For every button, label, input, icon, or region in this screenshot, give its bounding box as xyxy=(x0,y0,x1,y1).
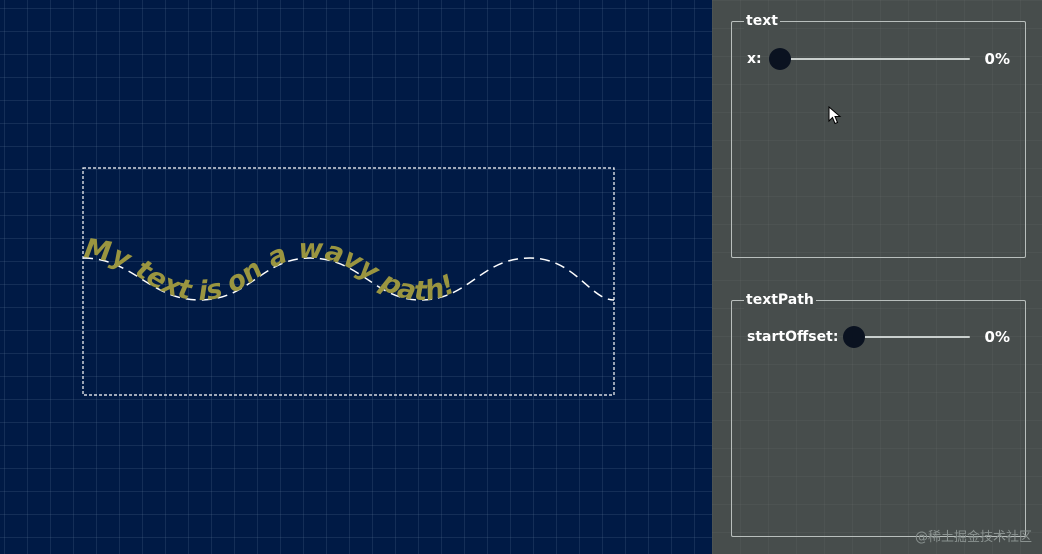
x-slider-knob[interactable] xyxy=(769,48,791,70)
path-text-content: My text is on a wavy path! xyxy=(82,233,460,307)
text-group-title: text xyxy=(744,12,780,30)
textpath-group: textPath startOffset: 0% xyxy=(731,291,1026,537)
svg-stage: My text is on a wavy path! xyxy=(0,0,712,554)
path-text: My text is on a wavy path! xyxy=(82,233,460,307)
x-label: x: xyxy=(747,51,762,67)
controls-panel: text x: 0% textPath startOffset: 0% xyxy=(712,0,1042,554)
watermark: @稀土掘金技术社区 xyxy=(914,530,1032,545)
startoffset-slider-knob[interactable] xyxy=(843,326,865,348)
x-slider-track[interactable] xyxy=(783,58,970,60)
text-group: text x: 0% xyxy=(731,12,1026,258)
x-value: 0% xyxy=(984,50,1010,68)
startoffset-label: startOffset: xyxy=(747,329,839,345)
mouse-cursor-icon xyxy=(828,106,842,125)
x-control: x: 0% xyxy=(747,47,1010,71)
stage-svg: My text is on a wavy path! xyxy=(82,167,615,396)
startoffset-slider-track[interactable] xyxy=(857,336,970,338)
startoffset-control: startOffset: 0% xyxy=(747,325,1010,349)
textpath-group-title: textPath xyxy=(744,291,816,309)
startoffset-value: 0% xyxy=(984,328,1010,346)
